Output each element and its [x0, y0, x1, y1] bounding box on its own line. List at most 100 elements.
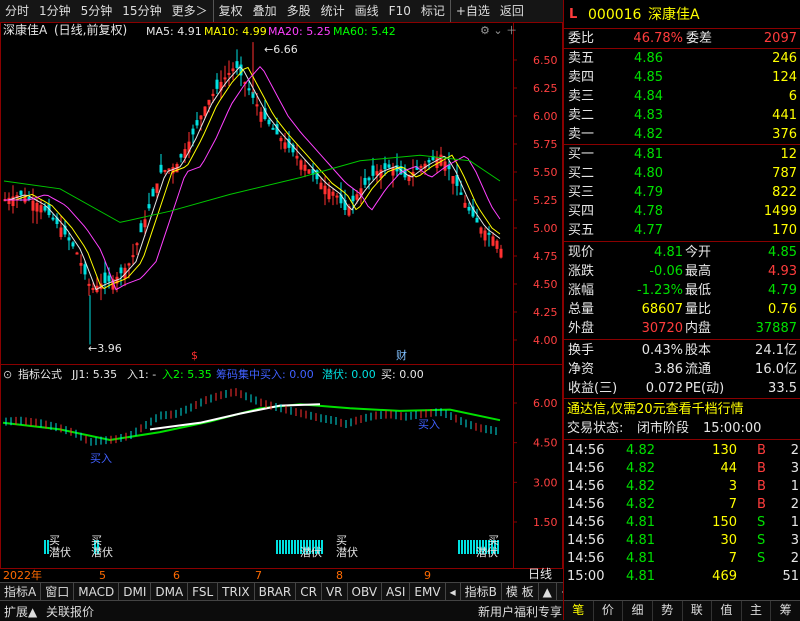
indicator-tab-0[interactable]: 指标A	[0, 583, 42, 601]
stock-code: 000016	[588, 7, 642, 23]
fund-value2: 33.5	[768, 381, 797, 396]
low-price-label: ←3.96	[88, 342, 122, 355]
candle-body	[419, 165, 423, 168]
ask-label: 卖三	[568, 89, 595, 104]
toolbar-item-13[interactable]: 返回	[495, 0, 529, 22]
candle-body	[131, 255, 135, 258]
quote-tab-5[interactable]: 值	[712, 601, 742, 621]
stat-value2: 0.76	[768, 302, 797, 317]
candle-body	[467, 206, 471, 211]
candle-body	[387, 164, 391, 168]
tick-direction: S	[757, 515, 766, 530]
toolbar-item-10[interactable]: F10	[384, 0, 416, 22]
quote-panel: L 000016 深康佳A 委比 46.78% 委差 2097 卖五 4.86 24…	[563, 0, 800, 621]
bid-label: 买四	[568, 204, 595, 219]
quote-tab-3[interactable]: 势	[653, 601, 683, 621]
tick-direction: B	[757, 461, 766, 476]
indicator-tab-7[interactable]: BRAR	[255, 583, 297, 601]
quote-tab-4[interactable]: 联	[683, 601, 713, 621]
ma10-value: MA10: 4.99	[204, 25, 267, 38]
indicator-tab-14[interactable]: 指标B	[461, 583, 502, 601]
qianfu-bar	[288, 540, 290, 554]
toolbar-item-8[interactable]: 统计	[316, 0, 350, 22]
trade-state-time: 15:00:00	[703, 421, 762, 436]
tick-row: 14:56 4.82 44 B 3	[564, 460, 800, 478]
tick-price: 4.81	[626, 533, 655, 548]
event-marker-finance[interactable]: 财	[396, 349, 407, 362]
stat-label2: 最低	[685, 283, 712, 298]
toolbar-item-9[interactable]: 画线	[350, 0, 384, 22]
indicator-tab-10[interactable]: OBV	[348, 583, 383, 601]
ad-text[interactable]: 通达信,仅需20元查看千档行情	[567, 400, 744, 419]
chart-menu-icon[interactable]: ⚙ ⌄ ＋	[480, 24, 517, 37]
candle-body	[151, 188, 155, 197]
bid-row: 买一 4.81 12	[564, 145, 800, 164]
bid-label: 买三	[568, 185, 595, 200]
hide-label-2: 潜伏	[91, 546, 113, 559]
toolbar-item-1[interactable]: 1分钟	[34, 0, 76, 22]
quote-tab-7[interactable]: 筹	[771, 601, 800, 621]
candle-body	[43, 206, 47, 211]
promo-link[interactable]: 新用户福利专享	[478, 603, 562, 620]
indicator-tab-6[interactable]: TRIX	[218, 583, 255, 601]
indicator-tab-2[interactable]: MACD	[74, 583, 120, 601]
tick-time: 14:56	[567, 479, 605, 494]
candle-body	[103, 272, 107, 284]
qianfu-bar	[291, 540, 293, 554]
indicator-tab-15[interactable]: 模 板	[502, 583, 539, 601]
indicator-tab-12[interactable]: EMV	[410, 583, 446, 601]
toolbar-item-12[interactable]: +自选	[449, 0, 495, 22]
indicator-tab-16[interactable]: ▲	[539, 583, 557, 601]
stat-value: 30720	[641, 321, 683, 336]
trade-state-label: 交易状态:	[567, 421, 624, 436]
candle-body	[179, 154, 183, 158]
indicator-tab-4[interactable]: DMA	[151, 583, 189, 601]
related-quote-button[interactable]: 关联报价	[46, 603, 94, 620]
jj1-value: JJ1: 5.35	[72, 368, 118, 381]
quote-tab-2[interactable]: 细	[623, 601, 653, 621]
candle-body	[119, 267, 123, 274]
candle-body	[227, 72, 231, 75]
toolbar-item-11[interactable]: 标记	[416, 0, 450, 22]
toolbar-item-2[interactable]: 5分钟	[76, 0, 118, 22]
toolbar-item-7[interactable]: 多股	[282, 0, 316, 22]
bid-row: 买四 4.78 1499	[564, 202, 800, 221]
kline-chart-svg[interactable]: 6.50 6.25 6.00 5.75 5.50 5.25 5.00 4.75 4.50 4.25…	[0, 22, 563, 570]
indicator-tab-9[interactable]: VR	[322, 583, 348, 601]
period-label[interactable]: 日线	[528, 568, 552, 581]
toolbar-item-5[interactable]: 复权	[212, 0, 248, 22]
candle-body	[195, 120, 199, 126]
indicator-tabs: 指标A 窗口 MACD DMI DMA FSL TRIX BRAR CR VR OBV ASI EMV ◂…	[0, 582, 596, 601]
event-marker-s[interactable]: $	[191, 349, 198, 362]
toolbar-item-0[interactable]: 分时	[0, 0, 34, 22]
quote-tab-6[interactable]: 主	[742, 601, 772, 621]
toolbar-item-6[interactable]: 叠加	[248, 0, 282, 22]
quote-tab-0[interactable]: 笔	[564, 601, 594, 621]
tick-count: 2	[790, 551, 799, 566]
kline-chart-area[interactable]: 6.50 6.25 6.00 5.75 5.50 5.25 5.00 4.75 4.50 4.25…	[0, 22, 563, 582]
indicator-tab-3[interactable]: DMI	[119, 583, 152, 601]
indicator-tab-13[interactable]: ◂	[446, 583, 461, 601]
indicator-tab-1[interactable]: 窗口	[41, 583, 75, 601]
toolbar-item-3[interactable]: 15分钟	[117, 0, 166, 22]
toolbar-item-4[interactable]: 更多＞	[167, 0, 213, 22]
tick-count: 2	[790, 497, 799, 512]
ad-banner[interactable]: 通达信,仅需20元查看千档行情	[564, 398, 800, 420]
bid-volume: 170	[772, 223, 797, 238]
ind-tick-label-3.00: 3.00	[533, 476, 558, 489]
bid-label: 买五	[568, 223, 595, 238]
indicator-menu-icon[interactable]: ⊙	[3, 368, 12, 381]
indicator-tab-11[interactable]: ASI	[382, 583, 411, 601]
indicator-tab-8[interactable]: CR	[296, 583, 322, 601]
weicha-label: 委差	[686, 31, 713, 46]
ask-label: 卖一	[568, 127, 595, 142]
indicator-name: 指标公式	[18, 368, 62, 381]
indicator-tab-5[interactable]: FSL	[188, 583, 219, 601]
expand-button[interactable]: 扩展▲	[4, 603, 37, 620]
period-toolbar: 分时 1分钟 5分钟 15分钟 更多＞ 复权 叠加 多股 统计 画线 F10 标记 +自选 返回	[0, 0, 563, 23]
hide-label-3: 潜伏	[300, 546, 322, 559]
qianfu-bar	[461, 540, 463, 554]
ask-label: 卖二	[568, 108, 595, 123]
quote-tab-1[interactable]: 价	[594, 601, 624, 621]
candle-body	[247, 88, 251, 91]
